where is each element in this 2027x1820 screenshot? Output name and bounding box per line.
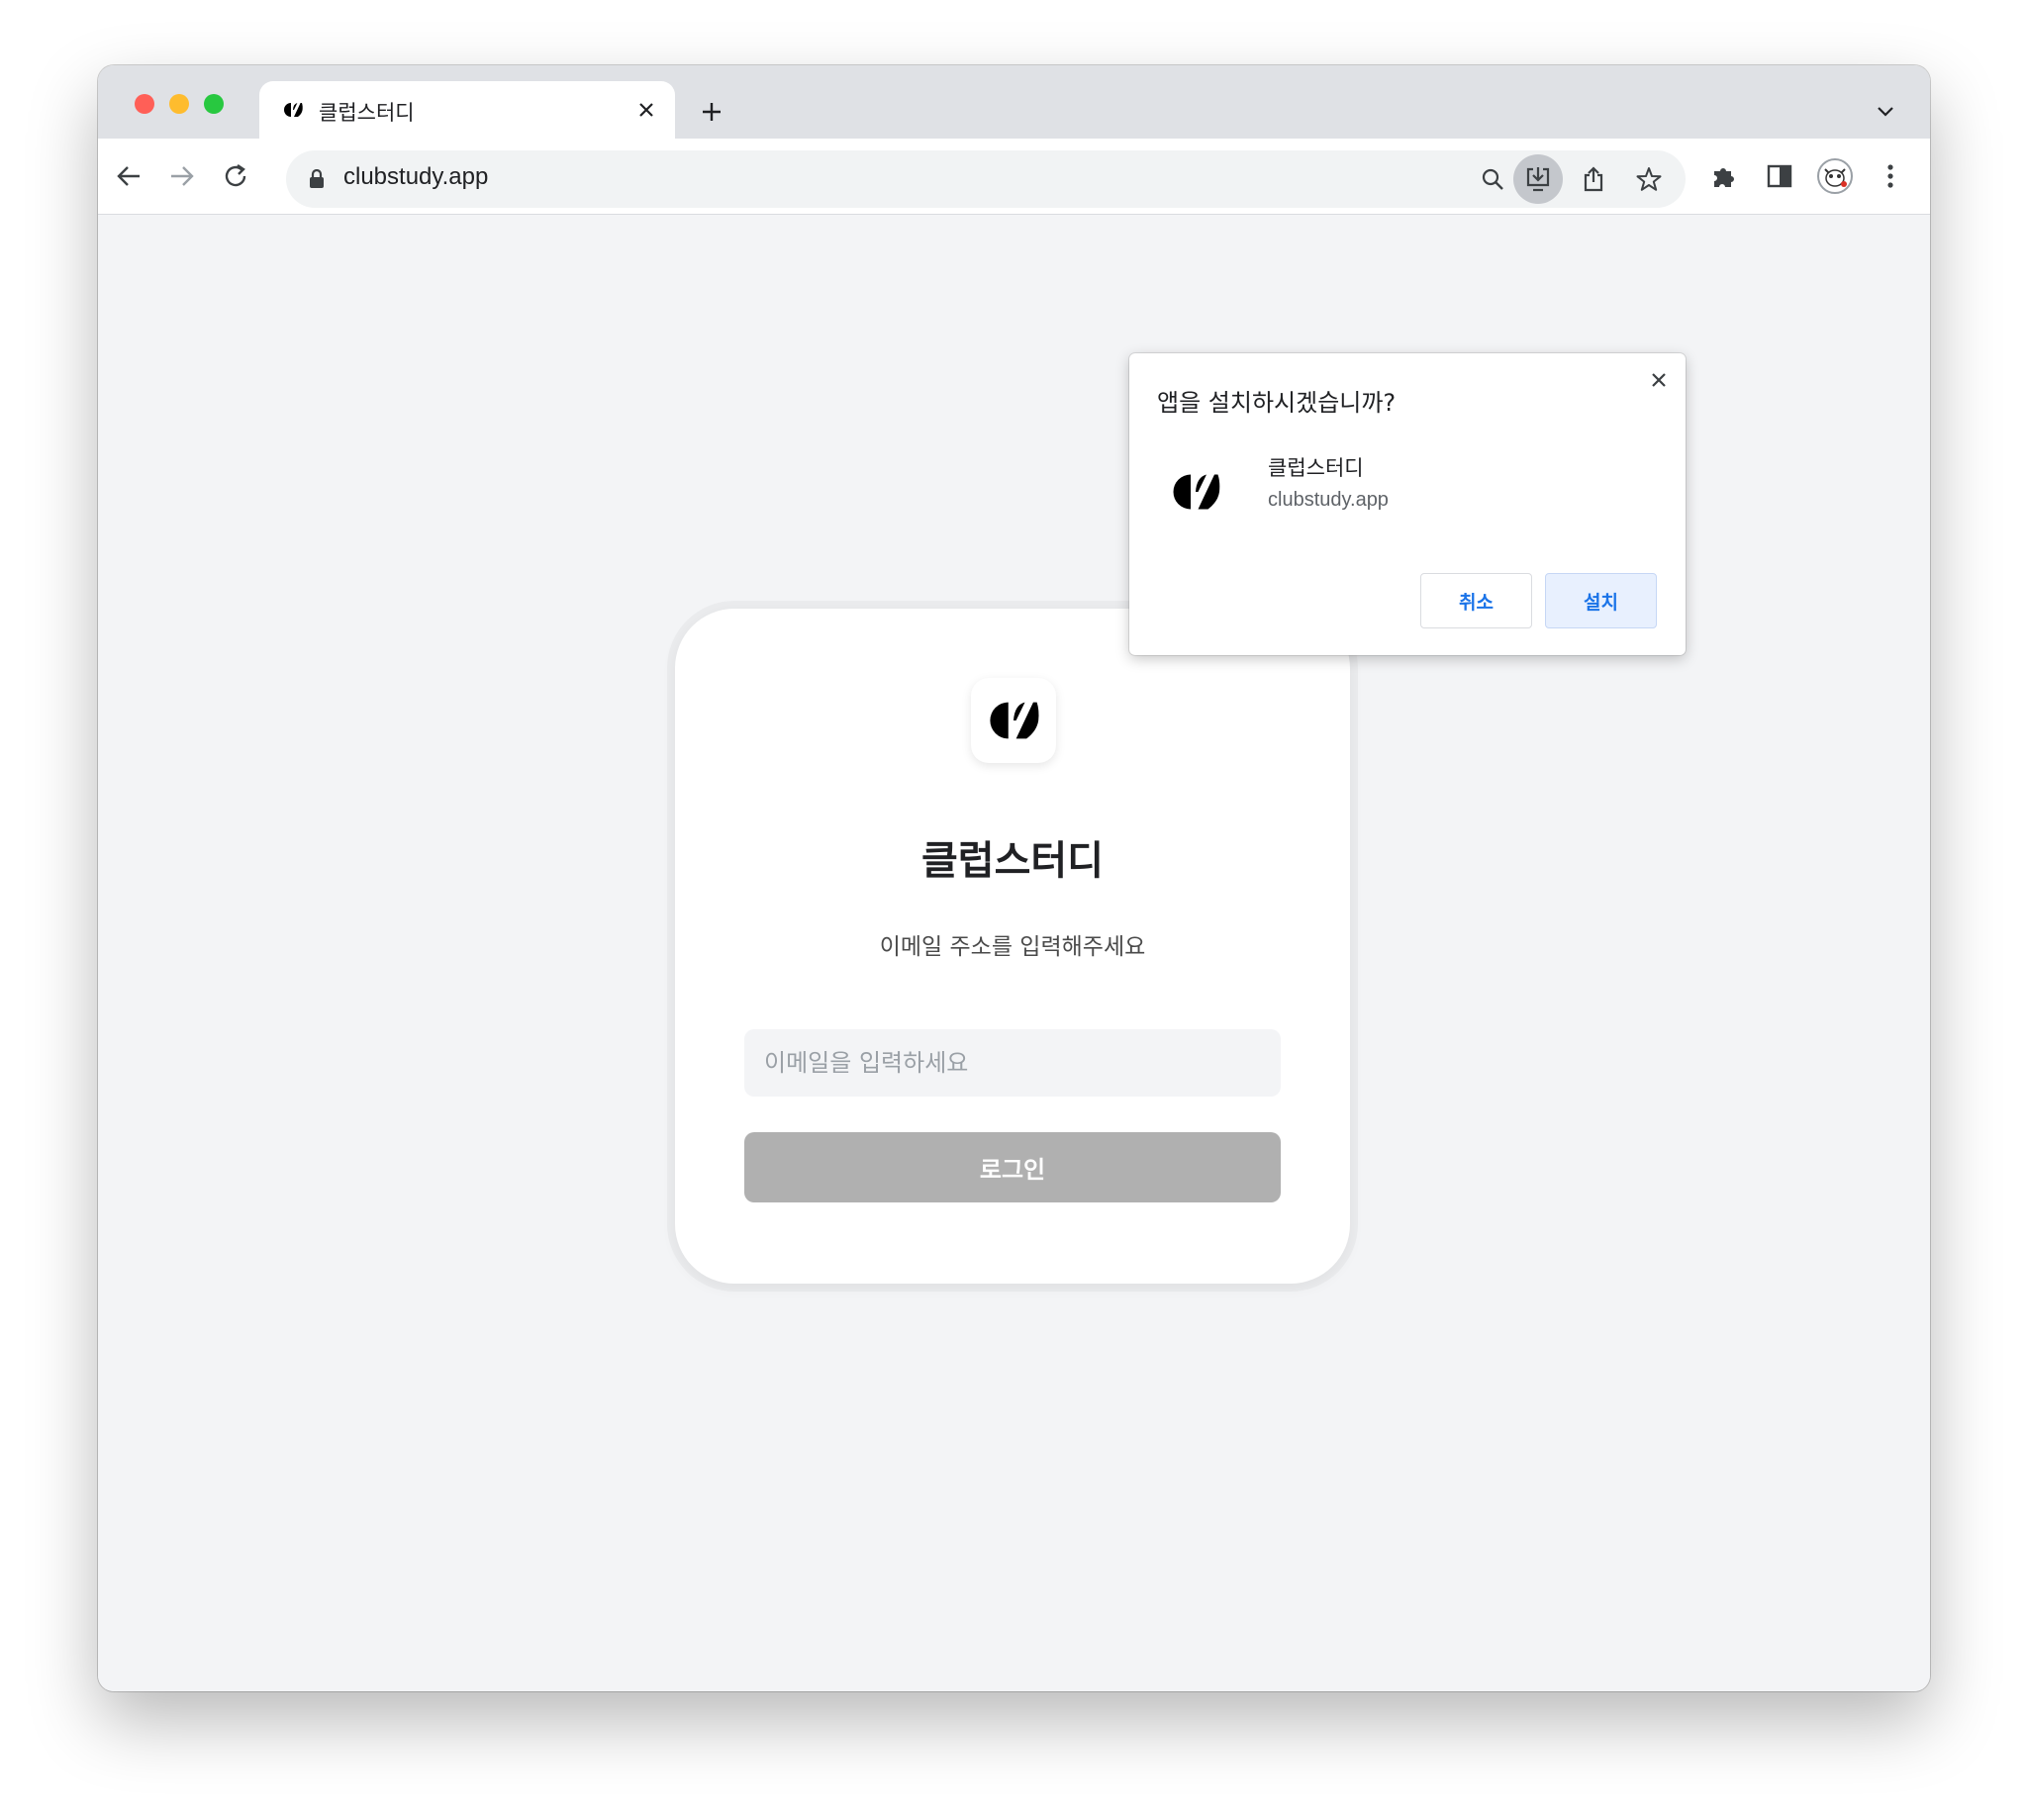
arrow-left-icon[interactable] — [109, 156, 148, 196]
install-button[interactable]: 설치 — [1545, 573, 1657, 628]
url-text[interactable]: clubstudy.app — [343, 163, 488, 191]
install-app-dialog: 앱을 설치하시겠습니까? 클럽스터디 clubstudy.app 취소 설치 — [1129, 353, 1686, 655]
app-logo — [971, 678, 1056, 763]
tab-close-icon[interactable] — [631, 95, 661, 125]
browser-window: 클럽스터디 clubstudy.app 클럽스터디 이메일 주소를 입력해주세요… — [98, 65, 1930, 1691]
search-icon[interactable] — [1468, 154, 1517, 204]
arrow-right-icon[interactable] — [162, 156, 202, 196]
login-instruction: 이메일 주소를 입력해주세요 — [879, 934, 1146, 960]
dialog-app-name: 클럽스터디 — [1268, 456, 1364, 480]
puzzle-icon[interactable] — [1703, 155, 1745, 197]
clubstudy-logo-icon — [990, 702, 1039, 739]
side-panel-icon[interactable] — [1759, 155, 1800, 197]
clubstudy-logo-icon — [1173, 474, 1220, 510]
profile-avatar[interactable] — [1814, 155, 1856, 197]
tab-title: 클럽스터디 — [319, 101, 415, 125]
cancel-button[interactable]: 취소 — [1420, 573, 1532, 628]
chevron-down-icon[interactable] — [1871, 97, 1900, 127]
star-icon[interactable] — [1624, 154, 1674, 204]
reload-icon[interactable] — [216, 156, 255, 196]
dialog-app-url: clubstudy.app — [1268, 489, 1389, 511]
dialog-title: 앱을 설치하시겠습니까? — [1157, 389, 1397, 417]
minimize-window-button[interactable] — [169, 94, 189, 114]
login-card: 클럽스터디 이메일 주소를 입력해주세요 로그인 — [675, 609, 1350, 1284]
email-field[interactable] — [744, 1029, 1281, 1097]
new-tab-icon[interactable] — [692, 92, 731, 132]
clubstudy-logo-icon — [284, 103, 303, 117]
kebab-menu-icon[interactable] — [1870, 155, 1911, 197]
install-app-icon[interactable] — [1513, 154, 1563, 204]
login-button[interactable]: 로그인 — [744, 1132, 1281, 1202]
avatar — [1817, 158, 1853, 194]
tab-active[interactable]: 클럽스터디 — [259, 81, 675, 139]
lock-icon[interactable] — [308, 169, 326, 189]
close-icon[interactable] — [1644, 365, 1674, 395]
page-content: 클럽스터디 이메일 주소를 입력해주세요 로그인 앱을 설치하시겠습니까? 클럽… — [98, 215, 1930, 1691]
tab-strip: 클럽스터디 — [98, 65, 1930, 139]
browser-toolbar: clubstudy.app — [98, 139, 1930, 215]
maximize-window-button[interactable] — [204, 94, 224, 114]
address-bar[interactable]: clubstudy.app — [286, 150, 1686, 208]
page-title: 클럽스터디 — [921, 838, 1104, 884]
close-window-button[interactable] — [135, 94, 154, 114]
share-icon[interactable] — [1569, 154, 1618, 204]
